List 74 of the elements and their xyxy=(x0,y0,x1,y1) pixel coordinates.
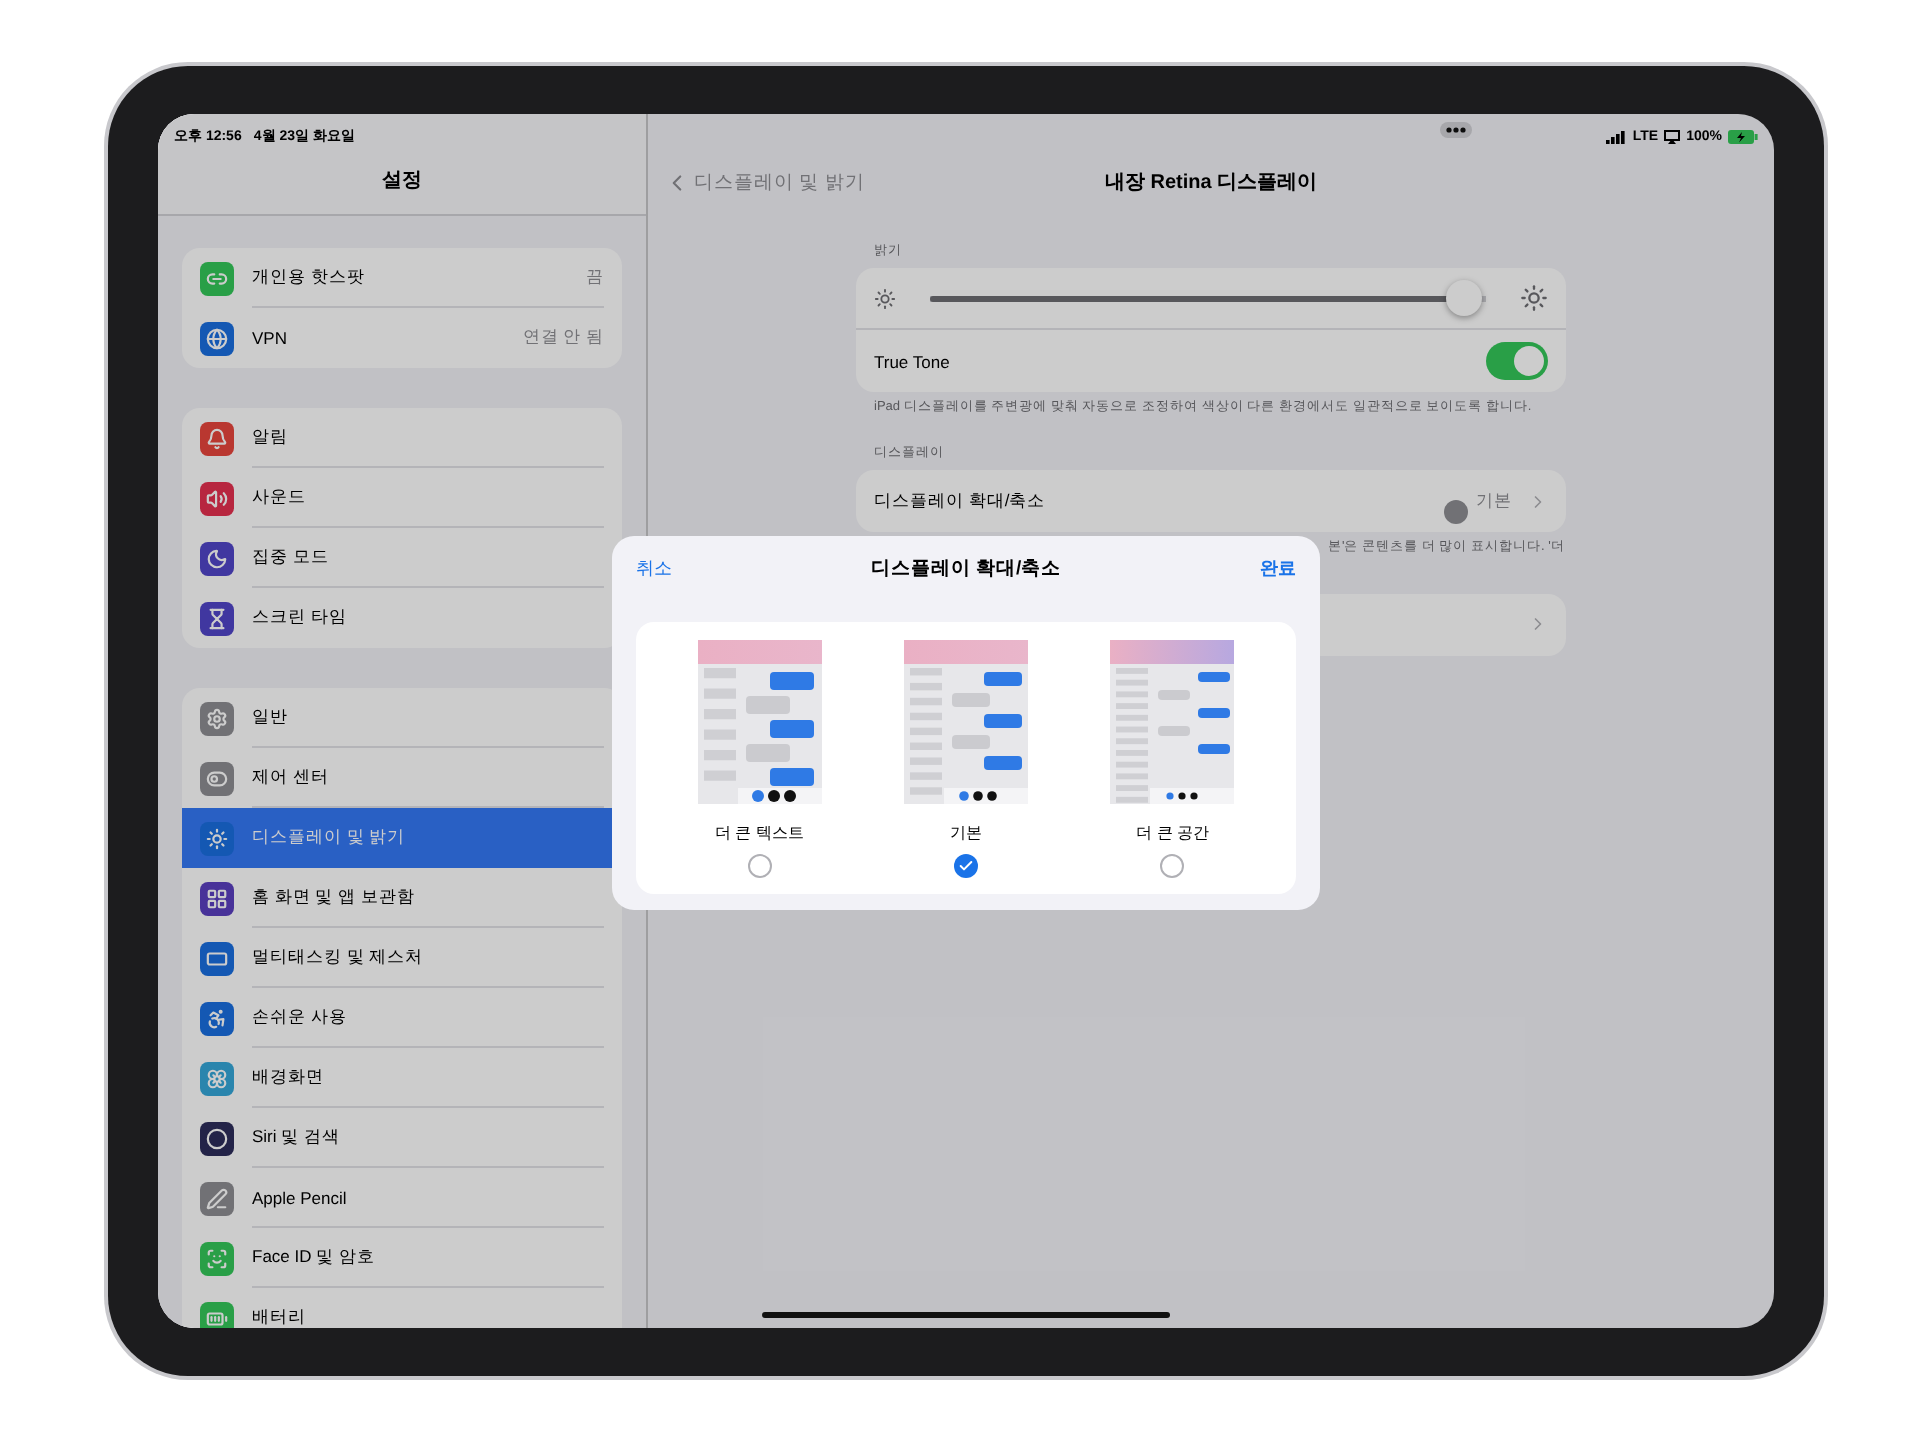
slider-thumb[interactable] xyxy=(1445,280,1482,316)
sidebar-item[interactable]: Apple Pencil xyxy=(182,1168,622,1228)
bell-icon xyxy=(200,421,234,455)
item-label: Face ID 및 암호 xyxy=(252,1245,377,1269)
sidebar-item[interactable]: 멀티태스킹 및 제스처 xyxy=(182,928,622,988)
item-label: 사운드 xyxy=(252,485,308,509)
screen-mirror-icon xyxy=(1664,129,1681,143)
globe-icon xyxy=(200,321,234,355)
link-icon xyxy=(200,261,234,295)
speaker-icon xyxy=(200,481,234,515)
item-label: 스크린 타임 xyxy=(252,606,349,630)
sun-icon xyxy=(200,821,234,855)
option-label: 더 큰 텍스트 xyxy=(714,821,804,843)
sidebar-item[interactable]: 손쉬운 사용 xyxy=(182,988,622,1048)
sidebar-item[interactable]: 홈 화면 및 앱 보관함 xyxy=(182,868,622,928)
item-label: 개인용 핫스팟 xyxy=(252,265,367,289)
item-label: 알림 xyxy=(252,425,290,449)
item-label: VPN xyxy=(252,328,289,348)
radio-button[interactable] xyxy=(953,853,978,877)
dots-icon[interactable] xyxy=(1440,122,1472,138)
item-label: 일반 xyxy=(252,705,290,729)
item-label: 배터리 xyxy=(252,1306,308,1328)
pencil-icon xyxy=(200,1181,234,1215)
item-value: 연결 안 됨 xyxy=(522,326,604,350)
sidebar-item[interactable]: 배경화면 xyxy=(182,1048,622,1108)
sidebar-item[interactable]: Siri 및 검색 xyxy=(182,1108,622,1168)
sidebar-item[interactable]: 일반 xyxy=(182,688,622,748)
sidebar-item[interactable]: 사운드 xyxy=(182,468,622,528)
sidebar-item[interactable]: 알림 xyxy=(182,408,622,468)
switches-icon xyxy=(200,761,234,795)
sidebar-title: 설정 xyxy=(380,168,424,196)
item-label: 배경화면 xyxy=(252,1065,326,1089)
item-label: Siri 및 검색 xyxy=(252,1125,342,1149)
setting-value: 기본 xyxy=(1476,489,1512,514)
item-label: Apple Pencil xyxy=(252,1187,349,1207)
setting-label: 디스플레이 확대/축소 xyxy=(874,489,1048,514)
option-label: 더 큰 공간 xyxy=(1136,821,1210,843)
item-label: 손쉬운 사용 xyxy=(252,1005,349,1029)
moon-icon xyxy=(200,541,234,575)
option-label: 기본 xyxy=(949,821,982,843)
hourglass-icon xyxy=(200,601,234,635)
sun-large-icon xyxy=(1520,284,1548,312)
item-label: 집중 모드 xyxy=(252,545,331,569)
radio-button[interactable] xyxy=(1160,853,1185,877)
person-icon xyxy=(200,1001,234,1035)
face-icon xyxy=(200,1241,234,1275)
sidebar-item[interactable]: 개인용 핫스팟 끔 xyxy=(182,248,622,308)
gear-icon xyxy=(200,701,234,735)
item-label: 디스플레이 및 밝기 xyxy=(252,826,408,850)
orb-icon xyxy=(200,1121,234,1155)
toggle-switch[interactable] xyxy=(1486,342,1548,380)
item-label: 제어 센터 xyxy=(252,765,331,789)
item-label: 홈 화면 및 앱 보관함 xyxy=(252,885,417,909)
item-value: 끔 xyxy=(586,265,604,289)
checkmark-icon xyxy=(957,857,974,873)
setting-label: True Tone xyxy=(874,351,952,371)
battery-icon xyxy=(1728,129,1758,143)
sidebar-item[interactable]: Face ID 및 암호 xyxy=(182,1228,622,1288)
sun-small-icon xyxy=(874,287,896,309)
radio-button[interactable] xyxy=(747,853,772,877)
sidebar-item[interactable]: 스크린 타임 xyxy=(182,588,622,648)
sidebar-item[interactable]: 집중 모드 xyxy=(182,528,622,588)
grid-icon xyxy=(200,881,234,915)
rectangle-icon xyxy=(200,941,234,975)
settings-card[interactable]: 디스플레이 확대/축소 기본 xyxy=(856,470,1566,533)
done-button[interactable]: 완료 xyxy=(1260,555,1296,581)
sidebar-item[interactable]: 배터리 xyxy=(182,1288,622,1328)
dialog-title: 디스플레이 확대/축소 xyxy=(870,555,1062,581)
sidebar-item[interactable]: VPN 연결 안 됨 xyxy=(182,308,622,368)
cancel-button[interactable]: 취소 xyxy=(636,555,672,581)
flower-icon xyxy=(200,1061,234,1095)
item-label: 멀티태스킹 및 제스처 xyxy=(252,945,426,969)
page-title: 내장 Retina 디스플레이 xyxy=(1104,170,1318,196)
signal-icon xyxy=(1606,129,1627,143)
